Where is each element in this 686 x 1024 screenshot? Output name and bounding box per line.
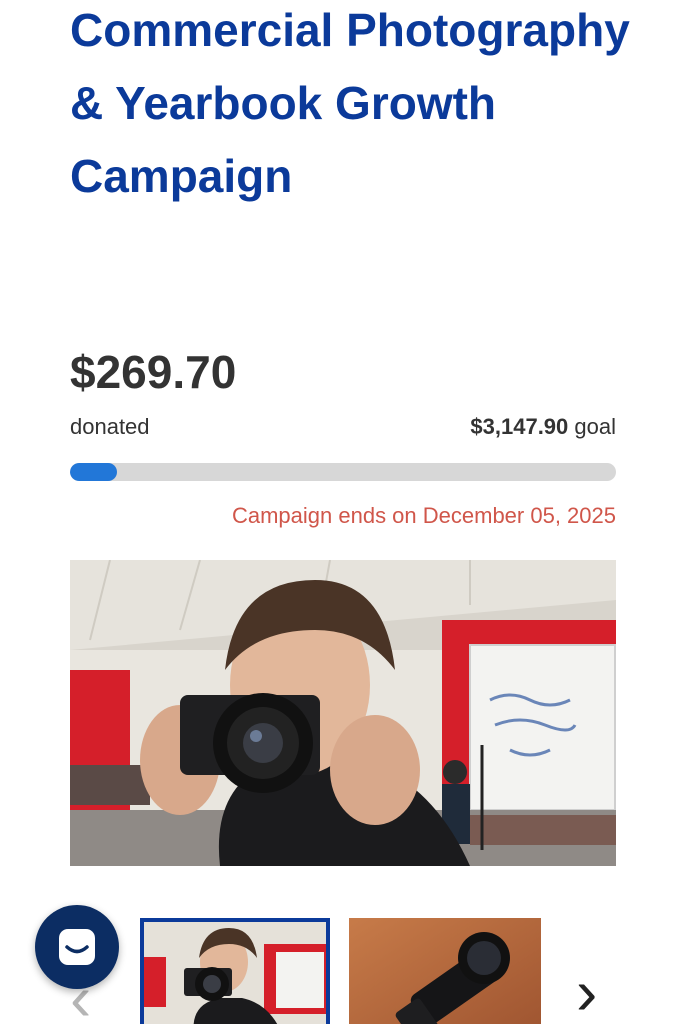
goal-amount: $3,147.90 xyxy=(470,414,569,439)
goal-label: goal xyxy=(574,414,616,439)
campaign-title: Commercial Photography & Yearbook Growth… xyxy=(70,4,630,202)
progress-fill xyxy=(70,463,117,481)
chevron-right-icon[interactable]: › xyxy=(576,960,597,1024)
gallery-thumbnail-2[interactable] xyxy=(349,918,541,1024)
donated-label: donated xyxy=(70,414,150,439)
progress-bar xyxy=(70,463,616,481)
main-photo[interactable] xyxy=(70,560,616,866)
chat-button[interactable] xyxy=(35,905,119,989)
goal-text: $3,147.90 goal xyxy=(470,414,616,440)
chat-icon xyxy=(59,929,95,965)
campaign-page: Commercial Photography & Yearbook Growth… xyxy=(0,0,686,1024)
gallery-thumbnail-1[interactable] xyxy=(140,918,330,1024)
campaign-end-notice: Campaign ends on December 05, 2025 xyxy=(231,503,616,528)
amount-raised: $269.70 xyxy=(70,346,237,398)
